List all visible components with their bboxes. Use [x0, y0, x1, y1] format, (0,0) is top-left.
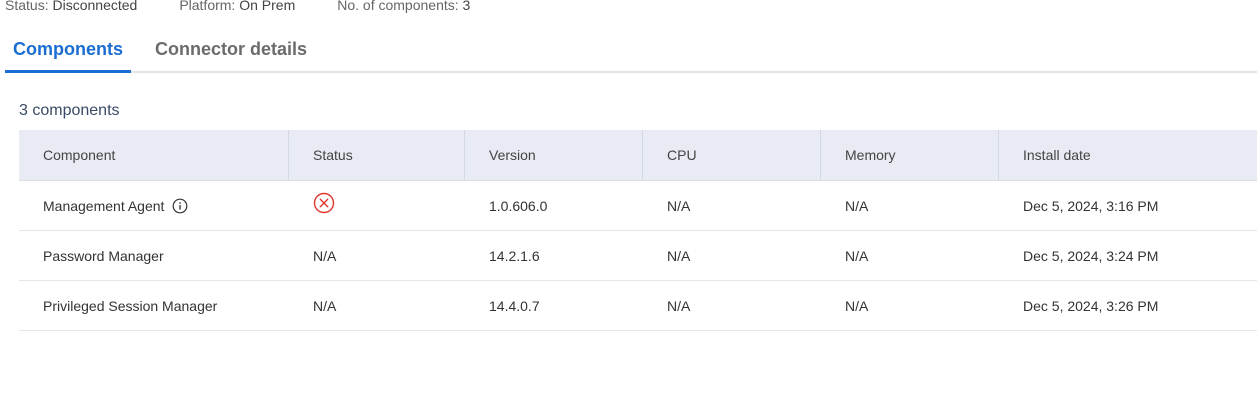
version-cell: 14.4.0.7: [489, 297, 540, 314]
component-name-cell: Management Agent: [19, 181, 289, 230]
version-cell: 1.0.606.0: [489, 197, 548, 214]
cpu-cell: N/A: [667, 247, 691, 264]
memory-cell: N/A: [845, 247, 869, 264]
meta-components-value: 3: [462, 0, 471, 13]
meta-platform-value: On Prem: [239, 0, 296, 13]
memory-cell: N/A: [845, 297, 869, 314]
meta-status: Status: Disconnected: [5, 0, 137, 14]
column-header-memory[interactable]: Memory: [821, 130, 999, 180]
tab-bar: Components Connector details: [5, 36, 1257, 73]
column-header-status[interactable]: Status: [289, 130, 465, 180]
meta-status-value: Disconnected: [52, 0, 138, 13]
cpu-cell: N/A: [667, 197, 691, 214]
components-count: 3 components: [19, 102, 120, 119]
cpu-cell: N/A: [667, 297, 691, 314]
info-icon[interactable]: [172, 198, 188, 214]
version-cell: 14.2.1.6: [489, 247, 540, 264]
meta-components: No. of components: 3: [337, 0, 470, 14]
table-header-row: Component Status Version CPU Memory Inst…: [19, 130, 1257, 181]
column-header-version[interactable]: Version: [465, 130, 643, 180]
status-cell: [289, 181, 465, 230]
table-row[interactable]: Privileged Session Manager N/A 14.4.0.7 …: [19, 281, 1257, 331]
meta-status-label: Status:: [5, 0, 49, 13]
meta-platform-label: Platform:: [179, 0, 236, 13]
status-cell: N/A: [313, 297, 337, 314]
components-table: Component Status Version CPU Memory Inst…: [19, 130, 1257, 331]
memory-cell: N/A: [845, 197, 869, 214]
status-cell: N/A: [313, 247, 337, 264]
component-name-cell: Password Manager: [43, 247, 164, 264]
meta-components-label: No. of components:: [337, 0, 459, 13]
table-row[interactable]: Management Agent 1.0.606.0 N/A N/A Dec 5…: [19, 181, 1257, 231]
install-date-cell: Dec 5, 2024, 3:26 PM: [1023, 297, 1159, 314]
tab-connector-details[interactable]: Connector details: [147, 36, 315, 71]
connector-page: Status: Disconnected Platform: On Prem N…: [0, 0, 1257, 399]
column-header-cpu[interactable]: CPU: [643, 130, 821, 180]
component-name: Management Agent: [43, 197, 165, 214]
install-date-cell: Dec 5, 2024, 3:24 PM: [1023, 247, 1159, 264]
error-status-icon: [313, 192, 335, 214]
meta-platform: Platform: On Prem: [179, 0, 295, 14]
column-header-component[interactable]: Component: [19, 130, 289, 180]
connector-meta: Status: Disconnected Platform: On Prem N…: [5, 0, 512, 14]
install-date-cell: Dec 5, 2024, 3:16 PM: [1023, 197, 1159, 214]
table-row[interactable]: Password Manager N/A 14.2.1.6 N/A N/A De…: [19, 231, 1257, 281]
component-name-cell: Privileged Session Manager: [43, 297, 218, 314]
column-header-install-date[interactable]: Install date: [999, 130, 1257, 180]
tab-components[interactable]: Components: [5, 36, 131, 73]
